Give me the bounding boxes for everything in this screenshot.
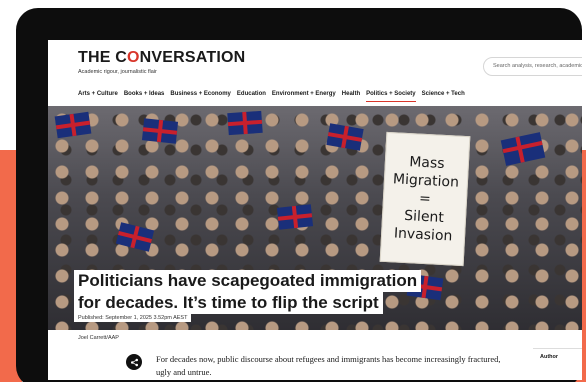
nav-item-business-economy[interactable]: Business + Economy: [170, 90, 231, 102]
nav-item-science-tech[interactable]: Science + Tech: [422, 90, 465, 102]
nav-item-education[interactable]: Education: [237, 90, 266, 102]
flag-icon: [326, 123, 364, 151]
site-tagline: Academic rigour, journalistic flair: [78, 69, 157, 75]
published-date: Published: September 1, 2025 3.52pm AEST: [74, 314, 192, 322]
sign-line: Migration: [392, 171, 460, 191]
article-intro: For decades now, public discourse about …: [156, 354, 501, 377]
logo-mark: O: [127, 49, 140, 66]
flag-icon: [54, 111, 92, 139]
nav-item-arts-culture[interactable]: Arts + Culture: [78, 90, 118, 102]
tablet-frame: THE CONVERSATION Academic rigour, journa…: [16, 8, 582, 382]
nav-item-health[interactable]: Health: [342, 90, 360, 102]
share-icon: [130, 358, 138, 366]
nav-item-books-ideas[interactable]: Books + Ideas: [124, 90, 165, 102]
main-nav: Arts + Culture Books + Ideas Business + …: [78, 90, 465, 102]
headline-line: for decades. It’s time to flip the scrip…: [74, 292, 383, 314]
flag-icon: [141, 118, 179, 144]
sign-line: Mass: [408, 154, 445, 172]
share-button[interactable]: [126, 354, 142, 370]
author-heading: Author: [540, 354, 559, 360]
search-input[interactable]: Search analysis, research, academics...: [483, 57, 582, 76]
sign-line: Silent: [403, 207, 445, 227]
flag-icon: [276, 204, 314, 230]
headline-line: Politicians have scapegoated immigration: [74, 270, 422, 292]
nav-item-environment-energy[interactable]: Environment + Energy: [272, 90, 336, 102]
nav-item-politics-society[interactable]: Politics + Society: [366, 90, 416, 102]
divider: [533, 348, 582, 349]
sign-line: =: [418, 190, 432, 208]
sign-line: Invasion: [393, 225, 453, 245]
article-headline: Politicians have scapegoated immigration…: [74, 270, 494, 314]
logo-text-start: THE C: [78, 49, 127, 66]
flag-icon: [500, 132, 546, 166]
flag-icon: [227, 110, 263, 136]
protest-sign: Mass Migration = Silent Invasion: [379, 131, 471, 267]
site-logo[interactable]: THE CONVERSATION: [78, 49, 245, 67]
tablet-screen: THE CONVERSATION Academic rigour, journa…: [48, 40, 582, 380]
logo-text-end: NVERSATION: [139, 49, 246, 66]
flag-icon: [115, 222, 155, 252]
photo-credit: Joel Carrett/AAP: [78, 335, 119, 341]
